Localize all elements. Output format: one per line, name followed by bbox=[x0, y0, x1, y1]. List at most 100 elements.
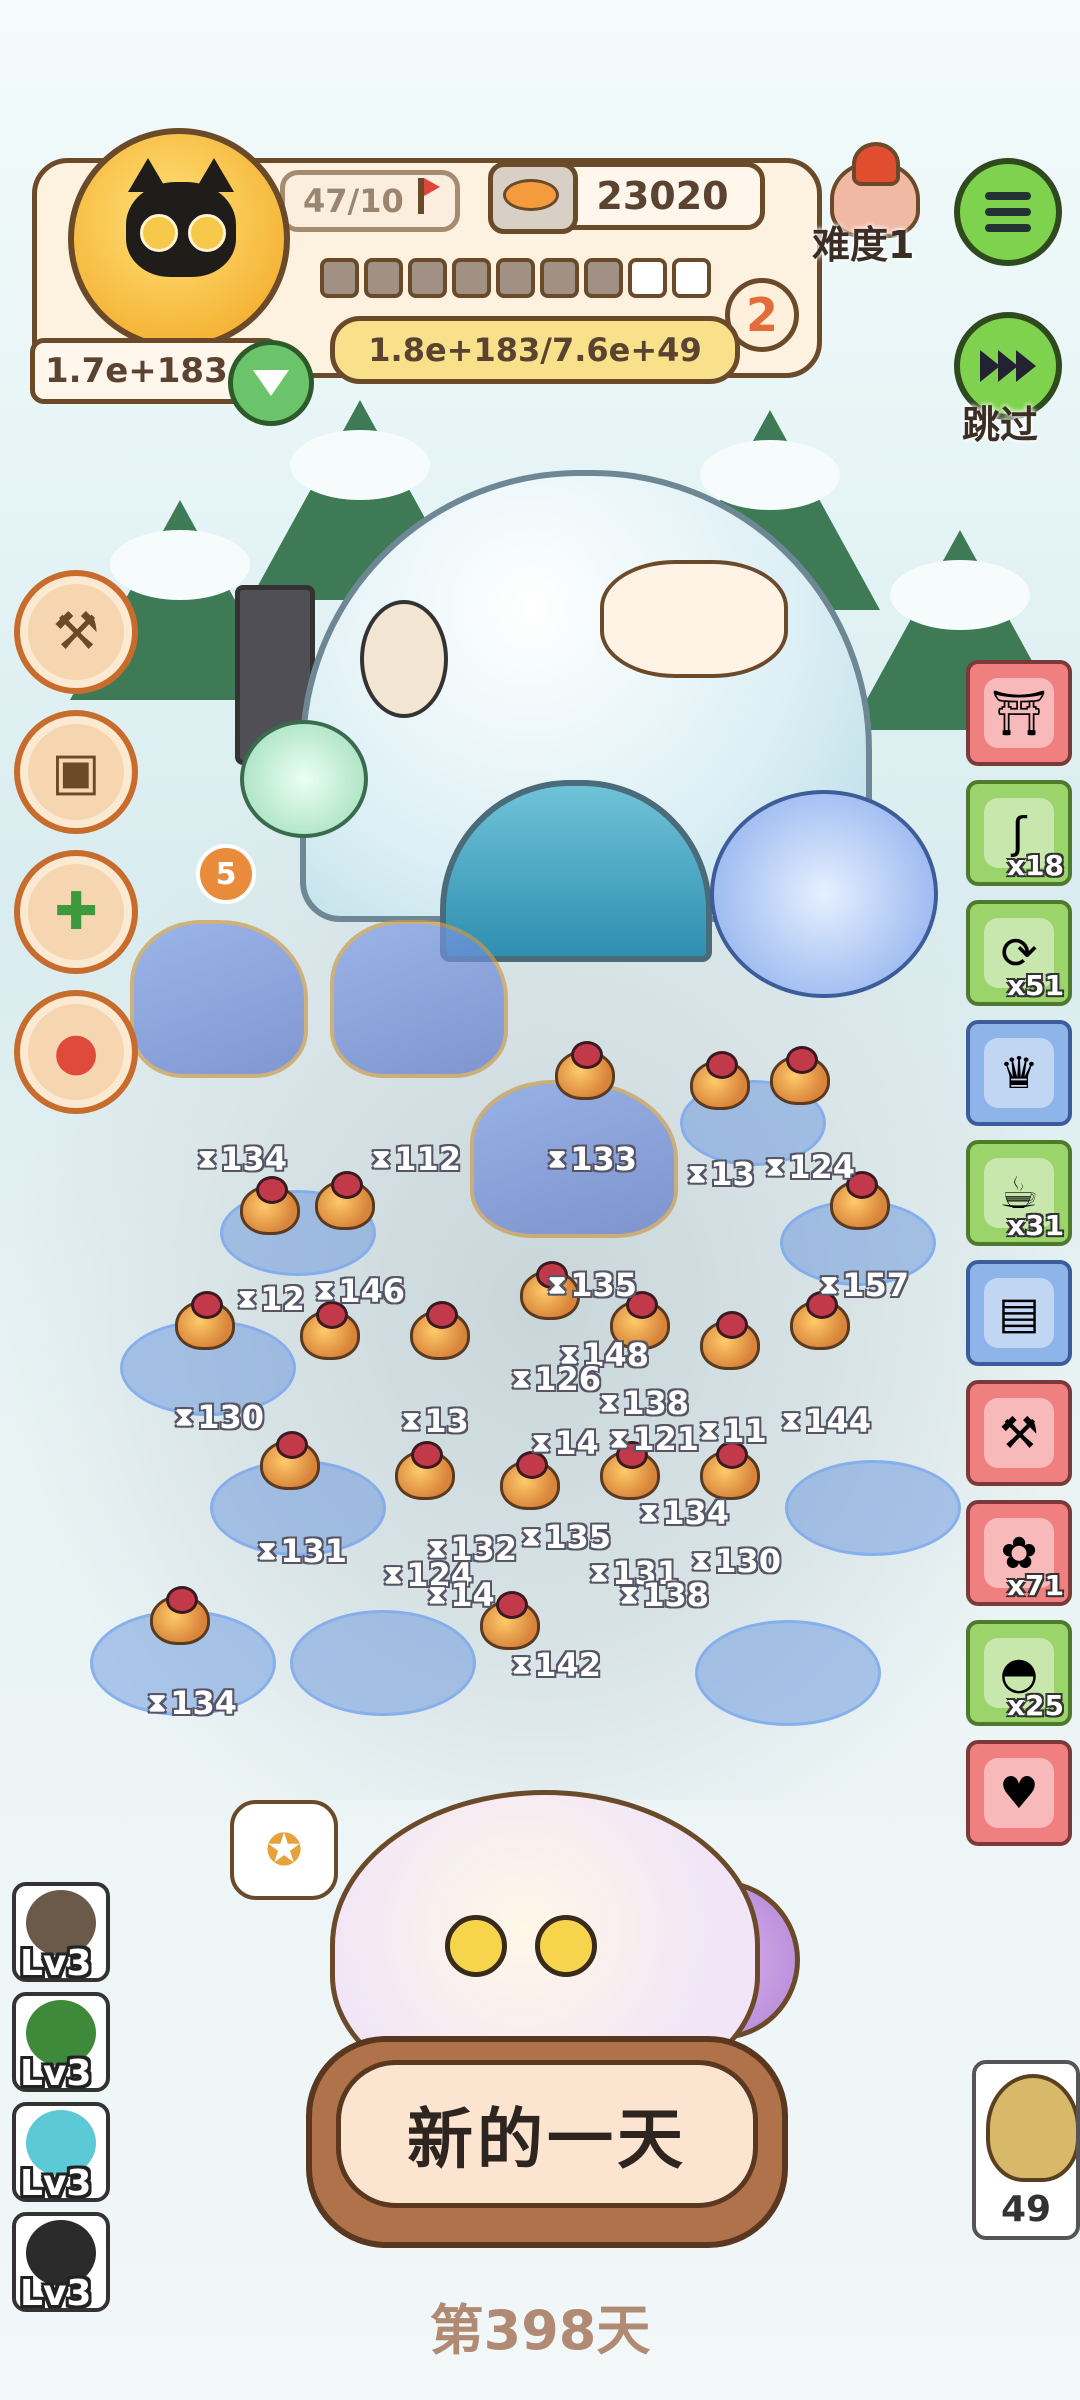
hp-label: ⧗ 142 bbox=[512, 1646, 602, 1684]
enemy-shadow bbox=[695, 1620, 881, 1726]
boss-hp-text: 1.8e+183/7.6e+49 bbox=[330, 316, 740, 384]
progress-segment bbox=[672, 258, 711, 298]
item-slot[interactable]: ♛ bbox=[966, 1020, 1072, 1126]
penguin bbox=[360, 600, 448, 718]
hamster-unit bbox=[175, 1291, 235, 1350]
hp-label: ⧗ 133 bbox=[548, 1140, 638, 1178]
hamster-unit bbox=[770, 1046, 830, 1105]
player-avatar[interactable] bbox=[68, 128, 290, 350]
hp-label: ⧗ 126 bbox=[512, 1360, 602, 1398]
skill-bat-broom-button[interactable]: ⚒ bbox=[14, 570, 138, 694]
item-slot[interactable]: ☕ x31 bbox=[966, 1140, 1072, 1246]
hp-label: ⧗ 144 bbox=[782, 1402, 872, 1440]
hp-label: ⧗ 11 bbox=[700, 1412, 767, 1450]
hamster-unit bbox=[300, 1301, 360, 1360]
hp-label: ⧗ 124 bbox=[766, 1148, 856, 1186]
flag-icon bbox=[418, 178, 440, 214]
progress-segment bbox=[628, 258, 667, 298]
hp-label: ⧗ 130 bbox=[175, 1398, 265, 1436]
tiger-beast bbox=[330, 920, 508, 1078]
list-menu-icon bbox=[985, 192, 1031, 232]
hamster-unit bbox=[790, 1291, 850, 1350]
hamster-unit bbox=[150, 1586, 210, 1645]
enemy-shadow bbox=[290, 1610, 476, 1716]
summon-badge: 5 bbox=[196, 844, 256, 904]
unicorn bbox=[600, 560, 788, 678]
hp-label: ⧗ 131 bbox=[258, 1532, 348, 1570]
item-slot[interactable]: ♥ bbox=[966, 1740, 1072, 1846]
item-slot[interactable]: ⚒ bbox=[966, 1380, 1072, 1486]
skill-joystick-button[interactable]: ● bbox=[14, 990, 138, 1114]
hamster-unit bbox=[830, 1171, 890, 1230]
menu-button[interactable] bbox=[954, 158, 1062, 266]
heart-expand-button[interactable] bbox=[228, 340, 314, 426]
mascot-eye bbox=[445, 1915, 507, 1977]
cat-eye bbox=[188, 214, 226, 252]
hp-label: ⧗ 135 bbox=[522, 1518, 612, 1556]
companion-level-card[interactable]: Lv3 bbox=[12, 2102, 110, 2204]
hamster-unit bbox=[410, 1301, 470, 1360]
wave-progress-bar bbox=[320, 250, 740, 306]
item-slot[interactable]: ◓ x25 bbox=[966, 1620, 1072, 1726]
skip-label: 跳过 bbox=[962, 403, 1039, 447]
hp-label: ⧗ 13 bbox=[688, 1155, 755, 1193]
item-slot[interactable]: ⟳ x51 bbox=[966, 900, 1072, 1006]
tiger-beast bbox=[130, 920, 308, 1078]
progress-segment bbox=[540, 258, 579, 298]
cardboard-box-icon: ▣ bbox=[51, 742, 101, 802]
skill-box-button[interactable]: ▣ bbox=[14, 710, 138, 834]
bat-broom-icon: ⚒ bbox=[52, 602, 100, 662]
cat-food-can-icon bbox=[488, 162, 578, 234]
level-label: Lv3 bbox=[20, 1943, 92, 1984]
hp-label: ⧗ 138 bbox=[620, 1576, 710, 1614]
hp-label: ⧗ 134 bbox=[640, 1494, 730, 1532]
grinder-icon: ▤ bbox=[984, 1278, 1054, 1348]
owl-count: 49 bbox=[1000, 2189, 1052, 2230]
level-label: Lv3 bbox=[20, 2053, 92, 2094]
item-slot[interactable]: ✿ x71 bbox=[966, 1500, 1072, 1606]
cat-eye bbox=[140, 214, 178, 252]
item-count: x71 bbox=[1006, 1569, 1064, 1602]
black-cat-icon bbox=[126, 158, 236, 277]
hamster-unit bbox=[500, 1451, 560, 1510]
hamster-unit bbox=[700, 1441, 760, 1500]
owl-card[interactable]: 49 bbox=[972, 2060, 1080, 2240]
lantern-shrine-icon: ⛩ bbox=[984, 678, 1054, 748]
trophy-icon: ♛ bbox=[984, 1038, 1054, 1108]
hp-label: ⧗ 146 bbox=[316, 1272, 406, 1310]
progress-segment bbox=[364, 258, 403, 298]
mascot-eye bbox=[535, 1915, 597, 1977]
new-day-label: 新的一天 bbox=[336, 2060, 758, 2208]
progress-segment bbox=[452, 258, 491, 298]
joystick-icon: ● bbox=[53, 1022, 99, 1082]
hp-label: ⧗ 121 bbox=[610, 1420, 700, 1458]
progress-segment bbox=[320, 258, 359, 298]
item-slot[interactable]: ⛩ bbox=[966, 660, 1072, 766]
new-day-button[interactable]: 新的一天 bbox=[306, 2036, 788, 2248]
enemy-shadow bbox=[785, 1460, 961, 1556]
hamster-unit bbox=[240, 1176, 300, 1235]
item-count: x18 bbox=[1006, 849, 1064, 882]
fairy-pet bbox=[240, 720, 368, 838]
item-count: x31 bbox=[1006, 1209, 1064, 1242]
item-count: x51 bbox=[1006, 969, 1064, 1002]
pet-bowl-icon: ♥ bbox=[984, 1758, 1054, 1828]
item-count: x25 bbox=[1006, 1689, 1064, 1722]
skill-medkit-button[interactable]: ✚ bbox=[14, 850, 138, 974]
item-slot[interactable]: ʃ x18 bbox=[966, 780, 1072, 886]
day-counter: 第398天 bbox=[429, 2299, 651, 2362]
item-slot[interactable]: ▤ bbox=[966, 1260, 1072, 1366]
progress-segment bbox=[584, 258, 623, 298]
companion-level-card[interactable]: Lv3 bbox=[12, 1992, 110, 2094]
hp-label: ⧗ 135 bbox=[548, 1266, 638, 1304]
level-label: Lv3 bbox=[20, 2163, 92, 2204]
companion-level-card[interactable]: Lv3 bbox=[12, 1882, 110, 1984]
hamster-unit bbox=[555, 1041, 615, 1100]
hp-label: ⧗ 138 bbox=[600, 1384, 690, 1422]
hp-label: ⧗ 134 bbox=[148, 1684, 238, 1722]
certificate-icon[interactable]: ✪ bbox=[230, 1800, 338, 1900]
hamster-unit bbox=[700, 1311, 760, 1370]
tools-rack-icon: ⚒ bbox=[984, 1398, 1054, 1468]
hamster-unit bbox=[690, 1051, 750, 1110]
progress-segment bbox=[408, 258, 447, 298]
